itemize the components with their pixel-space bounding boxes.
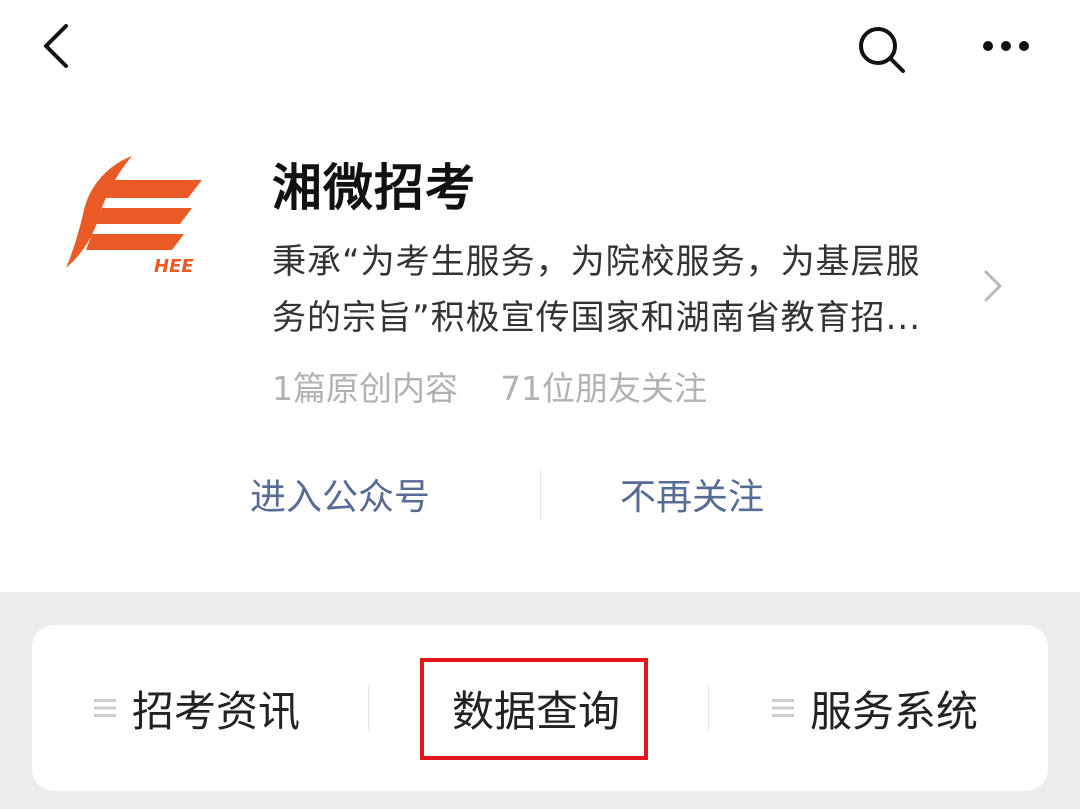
chevron-right-icon[interactable] [978,266,1008,306]
back-icon[interactable] [30,18,86,74]
original-count: 1篇原创内容 [272,369,458,408]
description-line-1: 秉承“为考生服务，为院校服务，为基层服 [272,242,921,282]
logo-text: HEE [154,256,194,277]
account-description[interactable]: 秉承“为考生服务，为院校服务，为基层服 务的宗旨”积极宣传国家和湖南省教育招..… [272,234,972,346]
enter-account-button[interactable]: 进入公众号 [250,468,430,520]
more-icon[interactable] [968,18,1044,78]
unfollow-button[interactable]: 不再关注 [620,468,764,520]
submenu-icon [94,699,116,717]
description-line-2: 务的宗旨”积极宣传国家和湖南省教育招... [272,298,922,338]
menu-item-label: 服务系统 [810,686,979,736]
account-stats: 1篇原创内容 71位朋友关注 [272,362,707,410]
menu-item-news[interactable]: 招考资讯 [94,678,300,738]
account-profile-panel: HEE 湘微招考 秉承“为考生服务，为院校服务，为基层服 务的宗旨”积极宣传国家… [0,0,1080,592]
followers-count: 71位朋友关注 [500,369,707,408]
menu-divider [368,685,369,731]
account-name: 湘微招考 [272,159,476,217]
menu-item-services[interactable]: 服务系统 [772,678,978,738]
account-menu-bar: 招考资讯 数据查询 服务系统 [32,625,1048,791]
menu-divider [708,685,709,731]
account-logo: HEE [66,156,202,277]
submenu-icon [772,699,794,717]
action-divider [540,468,541,520]
menu-item-label: 招考资讯 [132,686,301,736]
search-icon[interactable] [850,18,914,82]
highlight-box [420,658,648,760]
